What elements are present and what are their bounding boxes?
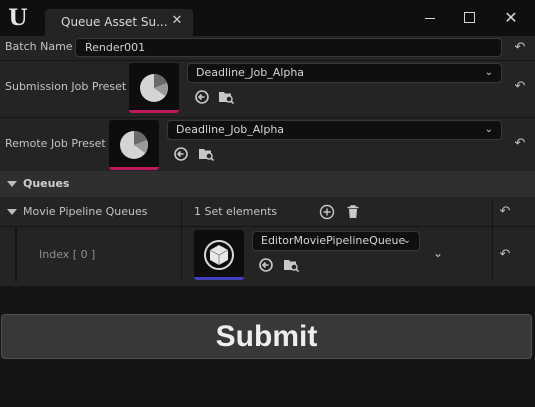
reset-to-default-icon[interactable]: ↶ xyxy=(512,80,528,94)
remote-preset-value: Deadline_Job_Alpha xyxy=(176,123,285,136)
queue-asset-thumbnail[interactable] xyxy=(194,230,244,280)
data-asset-icon xyxy=(120,131,148,159)
chevron-down-icon: ⌄ xyxy=(402,235,411,246)
reset-to-default-icon[interactable]: ↶ xyxy=(512,137,528,151)
remote-job-preset-label: Remote Job Preset xyxy=(5,137,106,150)
queues-section-header[interactable]: Queues xyxy=(0,171,535,197)
reset-to-default-icon[interactable]: ↶ xyxy=(497,205,513,219)
unreal-logo-icon: U xyxy=(8,5,28,31)
reset-to-default-icon[interactable]: ↶ xyxy=(512,41,528,55)
window-tab[interactable]: Queue Asset Su... ✕ xyxy=(45,9,193,36)
maximize-icon[interactable] xyxy=(457,6,481,30)
asset-type-accent xyxy=(194,277,244,280)
tab-close-icon[interactable]: ✕ xyxy=(169,13,185,29)
movie-pipeline-queues-label: Movie Pipeline Queues xyxy=(23,205,148,218)
element-options-chevron-icon[interactable]: ⌄ xyxy=(433,246,443,260)
expand-arrow-icon[interactable] xyxy=(7,181,17,187)
column-divider xyxy=(492,198,493,226)
expand-arrow-icon[interactable] xyxy=(7,209,17,215)
data-asset-icon xyxy=(140,74,168,102)
submission-preset-dropdown[interactable]: Deadline_Job_Alpha ⌄ xyxy=(187,63,502,83)
movie-pipeline-queues-row: Movie Pipeline Queues 1 Set elements ↶ xyxy=(0,198,535,226)
submission-preset-thumbnail[interactable] xyxy=(129,63,179,113)
divider xyxy=(0,117,535,118)
queue-asset-dropdown[interactable]: EditorMoviePipelineQueue ⌄ xyxy=(252,231,420,251)
find-in-content-browser-icon[interactable] xyxy=(283,257,299,273)
submission-preset-value: Deadline_Job_Alpha xyxy=(196,66,305,79)
divider xyxy=(0,60,535,61)
queue-element-row: Index [ 0 ] EditorMoviePipelineQueue ⌄ ⌄… xyxy=(0,227,535,282)
minimize-icon[interactable] xyxy=(418,6,442,30)
browse-to-asset-icon[interactable] xyxy=(194,89,210,105)
chevron-down-icon: ⌄ xyxy=(484,124,493,135)
chevron-down-icon: ⌄ xyxy=(484,67,493,78)
indent-guide xyxy=(15,227,17,282)
submit-button[interactable]: Submit xyxy=(1,314,532,359)
browse-to-asset-icon[interactable] xyxy=(258,257,274,273)
batch-name-label: Batch Name xyxy=(5,40,73,53)
find-in-content-browser-icon[interactable] xyxy=(218,89,234,105)
submission-job-preset-label: Submission Job Preset xyxy=(5,80,127,93)
remote-preset-thumbnail[interactable] xyxy=(109,120,159,170)
close-window-icon[interactable]: ✕ xyxy=(499,6,523,30)
index-label: Index [ 0 ] xyxy=(39,248,96,261)
element-count: 1 Set elements xyxy=(194,205,278,218)
column-divider xyxy=(181,198,182,226)
column-divider xyxy=(492,227,493,282)
queues-section-label: Queues xyxy=(23,177,70,190)
remote-preset-dropdown[interactable]: Deadline_Job_Alpha ⌄ xyxy=(167,120,502,140)
title-bar: U Queue Asset Su... ✕ ✕ xyxy=(0,0,535,36)
find-in-content-browser-icon[interactable] xyxy=(198,146,214,162)
tab-title: Queue Asset Su... xyxy=(61,15,168,29)
browse-to-asset-icon[interactable] xyxy=(173,146,189,162)
add-element-icon[interactable] xyxy=(319,204,335,220)
reset-to-default-icon[interactable]: ↶ xyxy=(497,248,513,262)
batch-name-input[interactable]: Render001 xyxy=(75,38,502,57)
asset-type-accent xyxy=(129,110,179,113)
delete-element-icon[interactable] xyxy=(345,204,361,220)
queue-asset-icon xyxy=(204,240,234,270)
queue-asset-value: EditorMoviePipelineQueue xyxy=(261,234,406,247)
column-divider xyxy=(181,227,182,282)
asset-type-accent xyxy=(109,167,159,170)
